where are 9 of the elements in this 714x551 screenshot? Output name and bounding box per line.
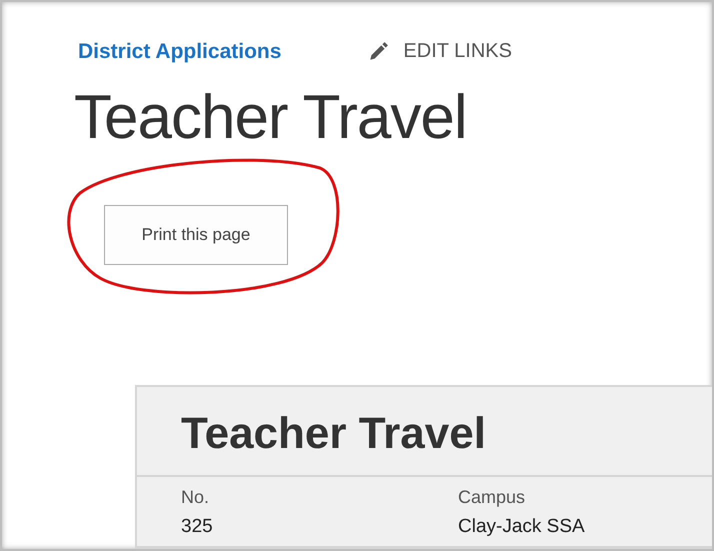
- print-button[interactable]: Print this page: [104, 205, 288, 266]
- page-title: Teacher Travel: [74, 83, 468, 154]
- edit-links[interactable]: EDIT LINKS: [403, 40, 512, 64]
- card-title: Teacher Travel: [137, 387, 712, 477]
- breadcrumb-link[interactable]: District Applications: [78, 40, 282, 64]
- field-label: No.: [181, 487, 210, 508]
- field-value: Clay-Jack SSA: [458, 516, 586, 538]
- field-value: 325: [181, 516, 214, 538]
- field-label: Campus: [458, 487, 526, 508]
